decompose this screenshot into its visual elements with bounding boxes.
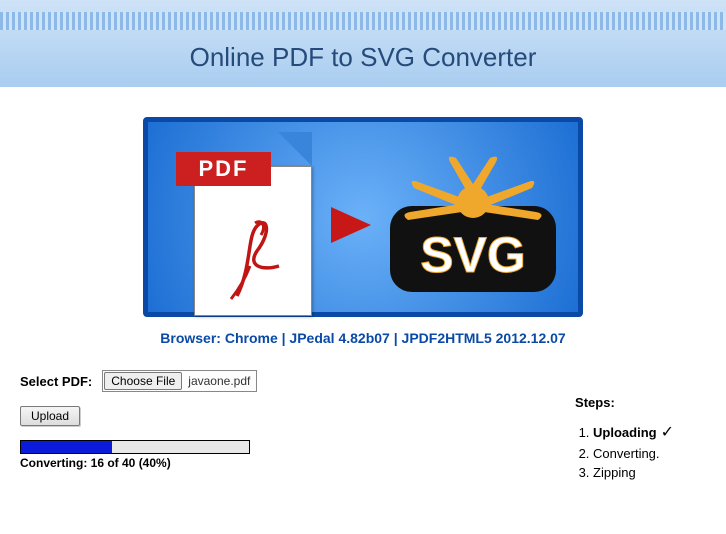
- upload-button[interactable]: Upload: [20, 406, 80, 426]
- adobe-swirl-icon: [217, 211, 295, 307]
- steps-panel: Steps: Uploading✓ Converting. Zipping: [575, 395, 674, 484]
- chosen-filename: javaone.pdf: [188, 374, 250, 388]
- header-bar: Online PDF to SVG Converter: [0, 0, 726, 87]
- check-icon: ✓: [661, 424, 674, 441]
- file-input[interactable]: Choose File javaone.pdf: [102, 370, 257, 392]
- hero-banner: PDF SVG: [143, 117, 583, 317]
- arrow-icon: [331, 207, 371, 243]
- progress-fill: [21, 441, 112, 453]
- step-zipping: Zipping: [593, 465, 674, 480]
- steps-title: Steps:: [575, 395, 674, 410]
- svg-icon: SVG: [388, 154, 558, 299]
- file-select-row: Select PDF: Choose File javaone.pdf: [20, 370, 706, 392]
- step-uploading: Uploading✓: [593, 422, 674, 442]
- select-pdf-label: Select PDF:: [20, 374, 92, 389]
- hero-wrapper: PDF SVG Bro: [20, 117, 706, 346]
- choose-file-button[interactable]: Choose File: [104, 372, 182, 390]
- steps-list: Uploading✓ Converting. Zipping: [575, 422, 674, 480]
- content-area: PDF SVG Bro: [0, 87, 726, 530]
- environment-info: Browser: Chrome | JPedal 4.82b07 | JPDF2…: [20, 330, 706, 346]
- header-stripes: [0, 12, 726, 30]
- page-title: Online PDF to SVG Converter: [0, 32, 726, 87]
- progress-bar: [20, 440, 250, 454]
- pdf-page-icon: [194, 166, 312, 316]
- pdf-icon: PDF: [168, 142, 318, 312]
- svg-label: SVG: [420, 227, 526, 283]
- step-converting: Converting.: [593, 446, 674, 461]
- pdf-label: PDF: [176, 152, 271, 186]
